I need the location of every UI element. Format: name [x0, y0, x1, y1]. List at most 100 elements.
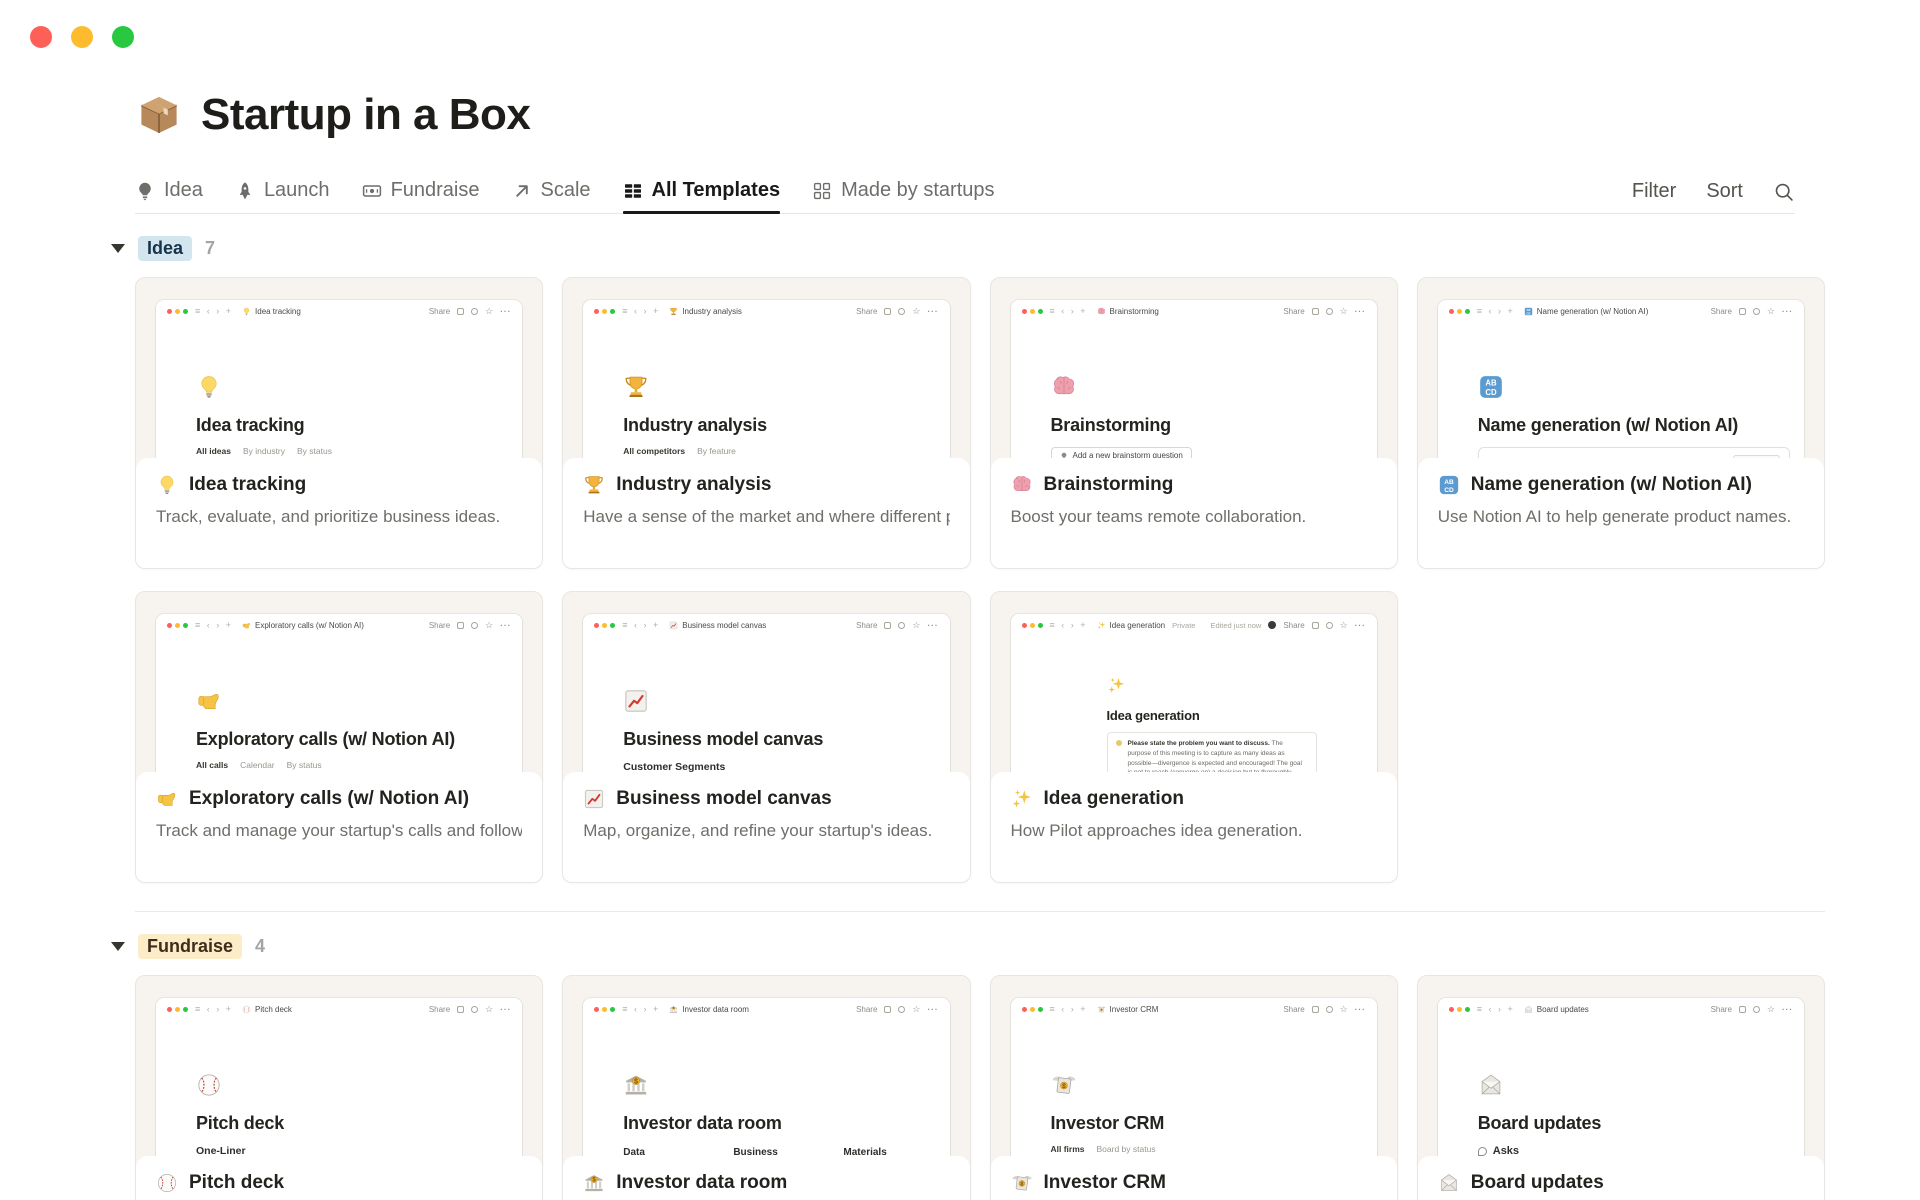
- template-card-name-generation-w-notion-ai[interactable]: ≡ ‹ › + AB CD Name generation (w/ Notion AI…: [1416, 277, 1825, 569]
- mini-view-tab: Calendar: [240, 760, 275, 770]
- tab-fundraise[interactable]: Fundraise: [362, 170, 480, 213]
- mini-chrome-title-text: Board updates: [1536, 1004, 1589, 1014]
- envelope-icon: [1478, 1072, 1504, 1098]
- close-window-button[interactable]: [30, 26, 52, 48]
- traffic-light-dot: [1464, 308, 1470, 314]
- card-title: Investor CRM: [1043, 1172, 1166, 1193]
- section-count: 7: [205, 237, 216, 258]
- traffic-light-dot: [167, 1006, 172, 1012]
- template-card-industry-analysis[interactable]: ≡ ‹ › + Industry analysis Share ☆ ··· Industr…: [562, 277, 971, 569]
- mini-clock-icon: [898, 1005, 906, 1013]
- card-footer: Industry analysis Have a sense of the mar…: [563, 458, 970, 568]
- card-footer: Business model canvas Map, organize, and …: [563, 772, 970, 882]
- template-card-idea-generation[interactable]: ≡ ‹ › + Idea generation Private Edited just…: [989, 591, 1398, 883]
- card-thumbnail: ≡ ‹ › + Industry analysis Share ☆ ··· Industr…: [563, 278, 969, 470]
- mini-clock-icon: [898, 621, 906, 629]
- mini-more-icon: ···: [927, 1004, 939, 1014]
- tab-label: Scale: [540, 179, 591, 201]
- mini-page-emoji: AB CD: [1478, 374, 1790, 405]
- traffic-light-dot: [175, 308, 180, 314]
- sort-button[interactable]: Sort: [1706, 180, 1743, 203]
- grid-filled-icon: [623, 181, 643, 201]
- mini-more-icon: ···: [500, 306, 512, 316]
- template-card-board-updates[interactable]: ≡ ‹ › + Board updates Share ☆ ··· Board updat…: [1416, 975, 1825, 1200]
- svg-text:CD: CD: [1444, 487, 1454, 494]
- card-title-row: $ Investor data room: [583, 1172, 949, 1194]
- template-card-pitch-deck[interactable]: ≡ ‹ › + Pitch deck Share ☆ ··· Pitch deck One-…: [135, 975, 544, 1200]
- package-icon: [135, 91, 183, 139]
- template-card-business-model-canvas[interactable]: ≡ ‹ › + Business model canvas Share ☆ ··· Bus…: [562, 591, 971, 883]
- mini-page-title: Idea tracking: [196, 415, 305, 435]
- mini-clock-icon: [471, 621, 479, 629]
- card-description: How Pilot approaches idea generation.: [1010, 821, 1303, 840]
- minimize-window-button[interactable]: [71, 26, 93, 48]
- template-card-exploratory-calls-w-notion-ai[interactable]: ≡ ‹ › + Exploratory calls (w/ Notion AI) S…: [135, 591, 544, 883]
- search-icon[interactable]: [1773, 181, 1795, 203]
- mini-star-icon: ☆: [1339, 619, 1348, 630]
- template-card-investor-crm[interactable]: ≡ ‹ › + $ Investor CRM Share ☆ ··· $ Investor C…: [989, 975, 1398, 1200]
- template-card-idea-tracking[interactable]: ≡ ‹ › + Idea tracking Share ☆ ··· Idea tracki…: [135, 277, 544, 569]
- mini-share-label: Share: [428, 1004, 451, 1014]
- mini-share-label: Share: [1710, 306, 1732, 316]
- callme-icon: [196, 688, 222, 714]
- traffic-light-dot: [594, 622, 600, 628]
- mini-window-body: Pitch deckOne-LinerDefine your company a…: [156, 1020, 522, 1168]
- tab-all-templates[interactable]: All Templates: [622, 170, 780, 214]
- tab-idea[interactable]: Idea: [135, 170, 203, 213]
- card-title-row: Exploratory calls (w/ Notion AI): [156, 788, 522, 810]
- mini-view-tab: All ideas: [196, 446, 231, 462]
- tab-label: Fundraise: [390, 179, 480, 201]
- page-title: Startup in a Box: [201, 90, 531, 139]
- page-content: Startup in a Box Idea Launch Fundraise Scal…: [111, 84, 1825, 1200]
- sparkles-icon: [1011, 788, 1033, 810]
- baseball-icon: [156, 1172, 178, 1194]
- card-title: Idea generation: [1043, 788, 1184, 809]
- mini-avatar: [1268, 621, 1277, 629]
- mini-window-chrome: ≡ ‹ › + Exploratory calls (w/ Notion AI) S…: [156, 614, 522, 636]
- mini-window-body: Idea tracking All ideas By industry By stat…: [156, 322, 522, 470]
- mini-chrome-title: AB CD Name generation (w/ Notion AI): [1524, 307, 1648, 316]
- mini-chrome-nav-icons: ≡ ‹ › +: [622, 620, 661, 630]
- lightbulb-icon: [242, 307, 251, 316]
- mini-chrome-title: Idea generation: [1097, 621, 1165, 630]
- brain-icon: [1097, 307, 1106, 316]
- zoom-window-button[interactable]: [112, 26, 134, 48]
- mini-chrome-title-text: Brainstorming: [1109, 306, 1159, 316]
- mini-page-emoji: [196, 1072, 508, 1103]
- mini-window-body: Exploratory calls (w/ Notion AI) All call…: [156, 636, 522, 784]
- baseball-icon: [196, 1072, 222, 1098]
- traffic-light-dot: [1021, 1006, 1027, 1012]
- baseball-icon: [242, 1005, 251, 1014]
- mini-star-icon: ☆: [1766, 305, 1775, 316]
- mini-comment-icon: [1738, 307, 1746, 315]
- mini-chrome-actions: Share ☆ ···: [429, 620, 511, 630]
- mini-chrome-actions: Share ☆ ···: [428, 1004, 511, 1014]
- template-card-brainstorming[interactable]: ≡ ‹ › + Brainstorming Share ☆ ··· Brainstormi…: [989, 277, 1398, 569]
- traffic-light-dot: [1021, 308, 1027, 314]
- traffic-light-dot: [594, 308, 600, 314]
- mini-chrome-actions: Share ☆ ···: [1711, 1004, 1793, 1014]
- mini-comment-icon: [1311, 1005, 1319, 1013]
- mini-comment-icon: [1311, 621, 1319, 629]
- traffic-light-dot: [183, 1006, 188, 1012]
- tab-launch[interactable]: Launch: [235, 170, 330, 213]
- traffic-light-dot: [610, 622, 616, 628]
- template-card-investor-data-room[interactable]: ≡ ‹ › + $ Investor data room Share ☆ ··· $ Inve…: [562, 975, 971, 1200]
- tab-scale[interactable]: Scale: [512, 170, 591, 213]
- mini-window-chrome: ≡ ‹ › + AB CD Name generation (w/ Notion AI…: [1438, 300, 1804, 322]
- collapse-toggle-icon[interactable]: [111, 941, 125, 951]
- mini-chrome-nav-icons: ≡ ‹ › +: [622, 306, 661, 316]
- tab-made-by-startups[interactable]: Made by startups: [812, 170, 995, 213]
- mini-star-icon: ☆: [1339, 305, 1348, 316]
- filter-button[interactable]: Filter: [1632, 180, 1676, 203]
- callme-icon: [242, 621, 251, 630]
- mini-share-label: Share: [1283, 620, 1305, 630]
- collapse-toggle-icon[interactable]: [111, 243, 125, 253]
- lightbulb-icon: [196, 374, 222, 400]
- mini-comment-icon: [457, 307, 465, 315]
- traffic-light-dot: [167, 308, 172, 314]
- mini-window-chrome: ≡ ‹ › + Pitch deck Share ☆ ···: [156, 998, 522, 1020]
- mini-chrome-title: Brainstorming: [1097, 307, 1159, 316]
- mini-more-icon: ···: [1354, 1004, 1366, 1014]
- card-title: Business model canvas: [616, 788, 832, 809]
